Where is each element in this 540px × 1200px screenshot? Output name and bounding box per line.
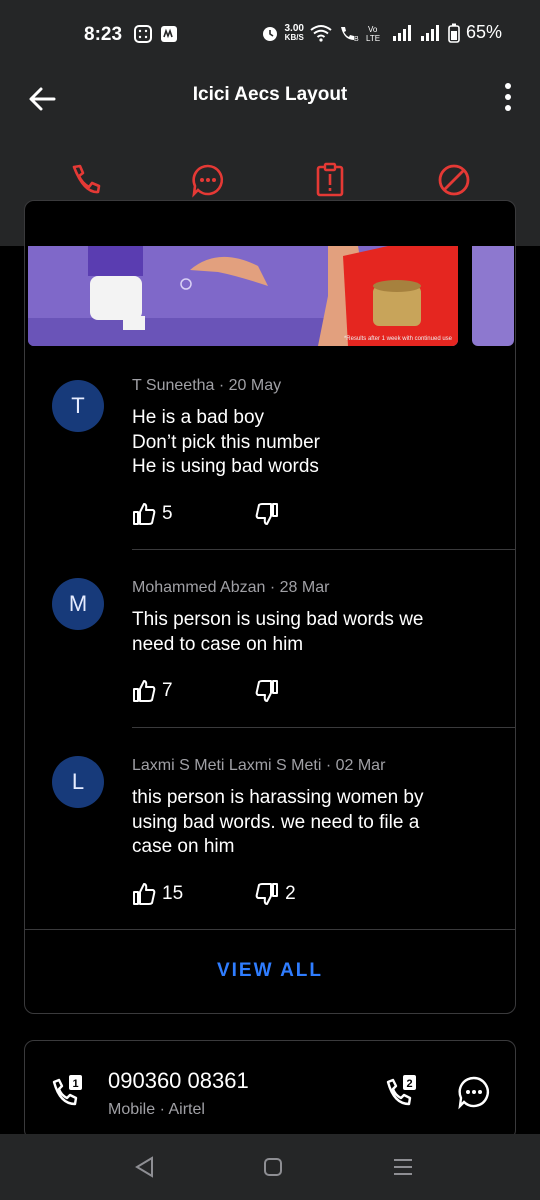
volte-icon: Vo LTE [366,25,380,42]
avatar: M [52,578,104,630]
divider [132,727,516,728]
svg-text:1: 1 [73,1078,79,1090]
divider [132,549,516,550]
review-text: This person is using bad words we need t… [132,609,424,655]
system-nav-bar [0,1134,540,1200]
nav-home-icon[interactable] [260,1154,286,1180]
signal-icon-2 [420,24,439,41]
nav-recents-icon[interactable] [390,1154,416,1180]
svg-text:Vo: Vo [368,25,378,34]
wifi-icon [310,24,332,42]
message-icon[interactable] [190,162,226,198]
status-bar: 8:23 3.00 KB/S B Vo LTE 65% [0,0,540,70]
message-icon[interactable] [456,1074,492,1110]
like-button[interactable]: 15 [132,882,183,906]
like-button[interactable]: 5 [132,502,173,526]
review-text: He is a bad boy Don’t pick this number H… [132,407,320,477]
calculator-icon [134,25,152,43]
svg-text:2: 2 [407,1078,413,1090]
battery-percent: 65% [465,22,502,42]
call-sim-2-icon[interactable]: 2 [384,1074,420,1110]
thumbs-up-icon [133,503,156,525]
ad-caption: *Results after 1 week with continued use [343,336,452,342]
divider [24,929,516,930]
ad-image [28,246,458,346]
svg-text:LTE: LTE [366,34,380,42]
thumbs-up-icon [133,883,156,905]
ad-banner[interactable]: *Results after 1 week with continued use [28,246,458,346]
network-speed: 3.00 KB/S [284,22,304,42]
phone-number: 090360 08361 [108,1068,249,1093]
vote-row: 15 2 [132,881,296,907]
review-meta: Mohammed Abzan · 28 Mar [132,579,330,596]
thumbs-down-icon [255,680,278,702]
report-icon[interactable] [312,162,348,198]
ad-banner-next[interactable] [472,246,514,346]
avatar: L [52,756,104,808]
avatar: T [52,380,104,432]
review-text: this person is harassing women by using … [132,787,424,857]
review-meta: T Suneetha · 20 May [132,377,282,394]
dislike-button[interactable]: 2 [255,882,296,906]
vote-row: 5 [132,501,285,527]
action-row [0,162,540,202]
svg-text:B: B [354,36,359,42]
thumbs-down-icon [255,883,279,905]
number-card [24,1040,516,1140]
dislike-button[interactable] [255,679,285,703]
call-sim-1-icon[interactable]: 1 [50,1074,86,1110]
like-button[interactable]: 7 [132,679,173,703]
my-app-icon [161,26,177,42]
review-meta: Laxmi S Meti Laxmi S Meti · 02 Mar [132,757,386,774]
battery-icon [448,23,460,43]
signal-icon-1 [392,24,411,41]
wifi-calling-icon: B [340,26,359,42]
status-time: 8:23 [84,24,123,45]
thumbs-up-icon [133,680,156,702]
more-options-icon[interactable] [498,80,518,114]
number-carrier: Mobile · Airtel [108,1101,205,1118]
block-icon[interactable] [436,162,472,198]
vote-row: 7 [132,678,285,704]
view-all-button[interactable]: VIEW ALL [24,960,516,982]
alarm-icon [262,26,277,41]
thumbs-down-icon [255,503,278,525]
page-title: Icici Aecs Layout [192,84,348,105]
status-right: 3.00 KB/S B Vo LTE 65% [261,22,502,43]
dislike-button[interactable] [255,502,285,526]
nav-back-icon[interactable] [132,1154,158,1180]
call-icon[interactable] [68,162,104,198]
